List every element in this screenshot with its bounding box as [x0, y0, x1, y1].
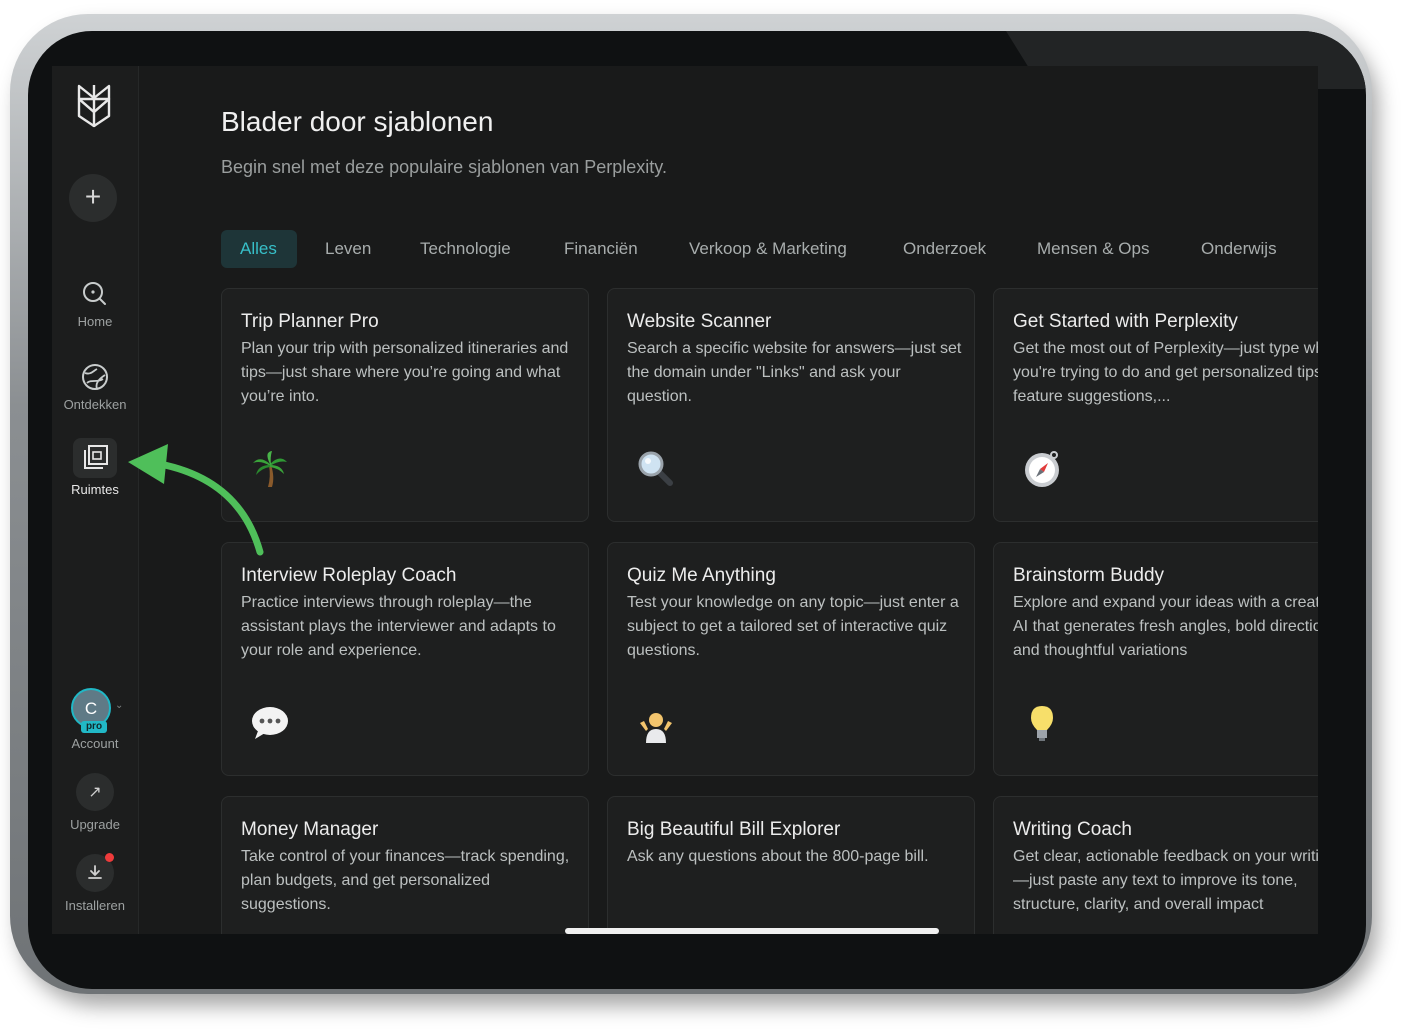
new-thread-button[interactable]: +	[69, 174, 117, 222]
tab-financien[interactable]: Financiën	[564, 230, 638, 268]
page-title: Blader door sjablonen	[221, 106, 494, 137]
card-description: Test your knowledge on any topic—just en…	[627, 594, 959, 659]
tab-mensen-ops[interactable]: Mensen & Ops	[1037, 230, 1149, 268]
sidebar-item-label: Home	[77, 314, 113, 329]
home-indicator	[565, 928, 939, 934]
sidebar-item-label: Upgrade	[70, 817, 120, 832]
templates-main: Blader door sjablonen Begin snel met dez…	[138, 66, 1318, 934]
magnifier-icon	[638, 451, 673, 486]
spaces-icon-box	[73, 438, 117, 478]
download-icon	[76, 853, 114, 892]
green-arrow-icon	[128, 444, 264, 556]
pro-badge: pro	[81, 721, 107, 733]
card-title: Money Manager	[241, 819, 379, 840]
sidebar-item-home[interactable]: Home	[52, 278, 138, 329]
search-icon	[83, 282, 106, 305]
template-card-bill-explorer[interactable]: Big Beautiful Bill Explorer Ask any ques…	[607, 796, 975, 934]
compass-icon	[1025, 451, 1059, 487]
template-card-brainstorm[interactable]: Brainstorm Buddy Explore and expand your…	[993, 542, 1318, 776]
sidebar-item-ontdekken[interactable]: Ontdekken	[52, 361, 138, 412]
card-description: Get clear, actionable feedback on your w…	[1013, 848, 1318, 913]
card-description: Practice interviews through roleplay—the…	[241, 594, 556, 659]
card-description: Ask any questions about the 800-page bil…	[627, 848, 929, 865]
card-description: Get the most out of Perplexity—just type…	[1013, 340, 1318, 405]
sidebar-item-label: Installeren	[65, 898, 125, 913]
template-card-writing-coach[interactable]: Writing Coach Get clear, actionable feed…	[993, 796, 1318, 934]
card-title: Website Scanner	[627, 311, 772, 332]
sidebar-item-label: Ruimtes	[71, 482, 119, 497]
spaces-icon	[84, 445, 108, 469]
card-description: Plan your trip with personalized itinera…	[241, 340, 569, 405]
card-description: Explore and expand your ideas with a cre…	[1013, 594, 1318, 659]
template-card-website-scanner[interactable]: Website Scanner Search a specific websit…	[607, 288, 975, 522]
template-card-money-manager[interactable]: Money Manager Take control of your finan…	[221, 796, 589, 934]
arrow-up-right-icon: ↗	[76, 773, 114, 811]
account-label[interactable]: Account	[52, 736, 138, 751]
chevron-down-icon[interactable]: ⌄	[115, 700, 123, 711]
speech-bubble-icon	[252, 707, 288, 739]
tab-onderwijs[interactable]: Onderwijs	[1201, 230, 1277, 268]
tab-verkoop-marketing[interactable]: Verkoop & Marketing	[689, 230, 847, 268]
template-card-interview-coach[interactable]: Interview Roleplay Coach Practice interv…	[221, 542, 589, 776]
tab-technologie[interactable]: Technologie	[420, 230, 511, 268]
card-description: Search a specific website for answers—ju…	[627, 340, 962, 405]
sidebar-item-installeren[interactable]: Installeren	[52, 853, 138, 913]
card-description: Take control of your finances—track spen…	[241, 848, 570, 913]
notification-dot	[105, 853, 114, 862]
card-title: Get Started with Perplexity	[1013, 311, 1238, 332]
tab-leven[interactable]: Leven	[325, 230, 371, 268]
tab-alles[interactable]: Alles	[221, 230, 297, 268]
card-title: Writing Coach	[1013, 819, 1132, 840]
perplexity-logo-icon[interactable]	[73, 82, 115, 130]
template-card-get-started[interactable]: Get Started with Perplexity Get the most…	[993, 288, 1318, 522]
globe-icon	[82, 364, 108, 390]
card-title: Big Beautiful Bill Explorer	[627, 819, 841, 840]
template-card-quiz[interactable]: Quiz Me Anything Test your knowledge on …	[607, 542, 975, 776]
card-title: Brainstorm Buddy	[1013, 565, 1165, 586]
shrug-person-icon	[640, 713, 672, 743]
page-subtitle: Begin snel met deze populaire sjablonen …	[221, 157, 667, 177]
card-title: Interview Roleplay Coach	[241, 565, 457, 586]
tab-onderzoek[interactable]: Onderzoek	[903, 230, 986, 268]
sidebar-item-label: Ontdekken	[63, 397, 127, 412]
sidebar-item-upgrade[interactable]: ↗ Upgrade	[52, 773, 138, 832]
card-title: Trip Planner Pro	[241, 311, 379, 332]
download-glyph-icon	[88, 865, 102, 879]
lightbulb-icon	[1031, 706, 1053, 741]
card-title: Quiz Me Anything	[627, 565, 776, 586]
